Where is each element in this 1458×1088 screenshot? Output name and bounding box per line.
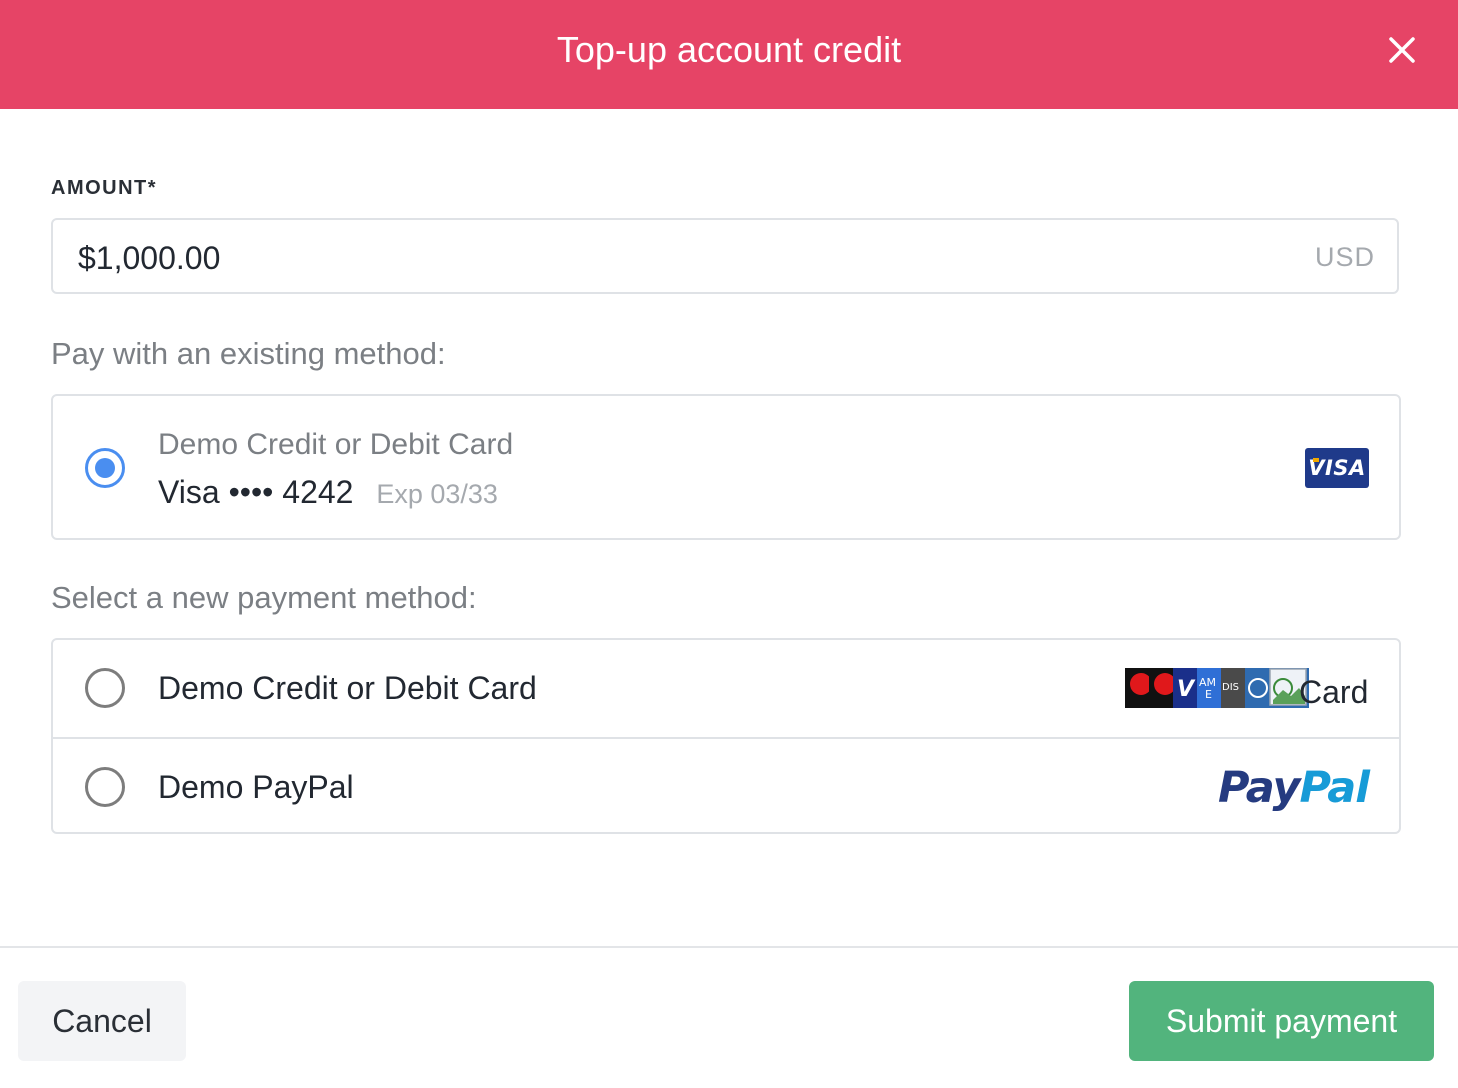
- amex-icon: AM E: [1197, 668, 1221, 708]
- radio-dot: [95, 458, 115, 478]
- card-method-trailing-text: Card: [1299, 674, 1369, 710]
- new-method-list: Demo Credit or Debit Card V AM E DIS Car…: [51, 638, 1401, 834]
- paypal-method-label: Demo PayPal: [158, 769, 354, 805]
- footer-divider: [0, 946, 1458, 948]
- discover-icon: DIS: [1221, 668, 1245, 708]
- svg-text:E: E: [1205, 688, 1212, 701]
- existing-method-name: Demo Credit or Debit Card: [158, 428, 514, 461]
- diners-icon: [1245, 668, 1269, 708]
- paypal-logo-pay: Pay: [1218, 763, 1300, 813]
- existing-card-summary: Visa •••• 4242 Exp 03/33: [158, 474, 498, 511]
- modal-header: Top-up account credit: [0, 0, 1458, 109]
- amount-label: AMOUNT*: [51, 177, 158, 199]
- new-method-card-row[interactable]: Demo Credit or Debit Card V AM E DIS Car…: [53, 640, 1399, 737]
- new-method-paypal-row[interactable]: Demo PayPal PayPal: [53, 737, 1399, 836]
- svg-text:DIS: DIS: [1222, 682, 1239, 693]
- amount-currency: USD: [1314, 242, 1375, 272]
- paypal-method-radio[interactable]: [85, 767, 125, 807]
- amount-value[interactable]: $1,000.00: [78, 240, 220, 277]
- modal-title: Top-up account credit: [556, 29, 902, 70]
- close-button[interactable]: [1380, 28, 1424, 72]
- submit-payment-button[interactable]: Submit payment: [1129, 981, 1434, 1061]
- visa-accent: [1313, 458, 1319, 462]
- cancel-button[interactable]: Cancel: [18, 981, 186, 1061]
- card-method-label: Demo Credit or Debit Card: [158, 670, 537, 706]
- card-expiry: Exp 03/33: [376, 479, 498, 509]
- card-method-radio[interactable]: [85, 668, 125, 708]
- svg-text:V: V: [1177, 677, 1196, 702]
- paypal-logo-icon: PayPal: [1218, 763, 1371, 813]
- existing-method-heading: Pay with an existing method:: [51, 336, 446, 371]
- maestro-icon: [1149, 668, 1173, 708]
- visa-icon: V: [1173, 668, 1197, 708]
- mastercard-icon: [1125, 668, 1149, 708]
- close-icon: [1389, 37, 1415, 63]
- existing-method-radio[interactable]: [85, 448, 125, 488]
- existing-method-card[interactable]: Demo Credit or Debit Card Visa •••• 4242…: [51, 394, 1401, 540]
- new-method-heading: Select a new payment method:: [51, 580, 477, 615]
- paypal-logo-pal: Pal: [1299, 763, 1371, 813]
- amount-input[interactable]: $1,000.00 USD: [51, 218, 1399, 294]
- visa-logo-icon: VISA: [1305, 448, 1369, 488]
- card-number: Visa •••• 4242: [158, 474, 354, 510]
